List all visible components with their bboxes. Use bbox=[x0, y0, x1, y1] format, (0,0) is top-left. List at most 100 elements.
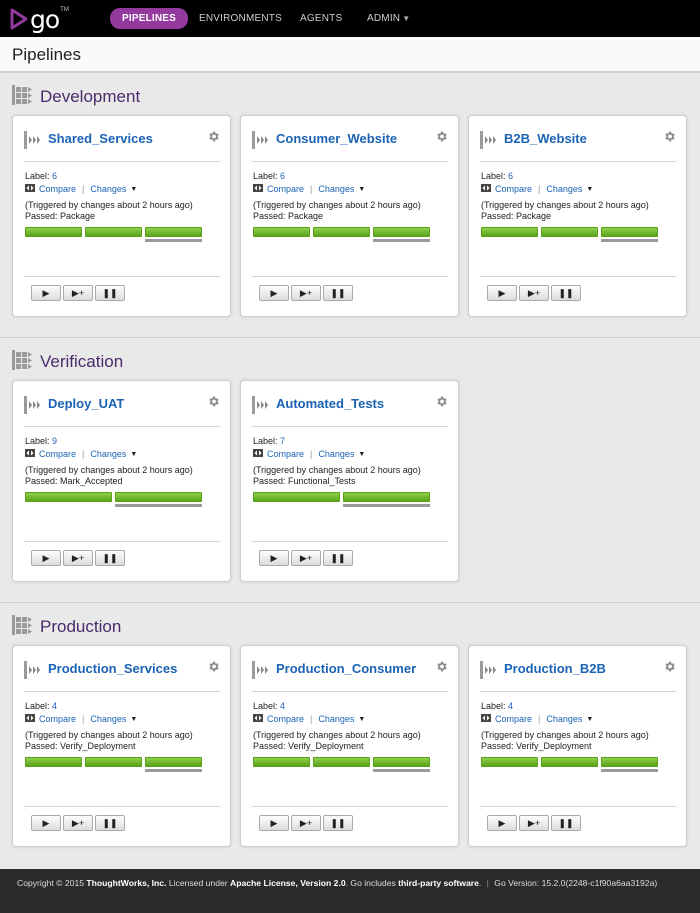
stage-passed[interactable] bbox=[253, 757, 310, 767]
pipeline-name-link[interactable]: Automated_Tests bbox=[276, 396, 384, 411]
stage-passed[interactable] bbox=[601, 757, 658, 767]
changes-link[interactable]: Changes bbox=[90, 714, 126, 725]
stage-passed[interactable] bbox=[313, 757, 370, 767]
trigger-with-options-button[interactable]: ▶+ bbox=[63, 815, 93, 831]
trigger-pipeline-button[interactable]: ▶ bbox=[31, 815, 61, 831]
pipeline-label-link[interactable]: 4 bbox=[508, 701, 513, 711]
changes-link[interactable]: Changes bbox=[546, 714, 582, 725]
gear-icon[interactable] bbox=[207, 395, 220, 413]
trigger-with-options-button[interactable]: ▶+ bbox=[63, 285, 93, 301]
changes-link[interactable]: Changes bbox=[90, 449, 126, 460]
chevron-down-icon[interactable]: ▼ bbox=[586, 184, 593, 195]
nav-environments[interactable]: ENVIRONMENTS bbox=[199, 8, 282, 29]
pause-pipeline-button[interactable]: ❚❚ bbox=[95, 815, 125, 831]
pause-pipeline-button[interactable]: ❚❚ bbox=[551, 285, 581, 301]
stage-passed[interactable] bbox=[373, 227, 430, 237]
trigger-pipeline-button[interactable]: ▶ bbox=[487, 815, 517, 831]
stage-passed[interactable] bbox=[343, 492, 430, 502]
pipeline-name-link[interactable]: Consumer_Website bbox=[276, 131, 397, 146]
pipeline-name-link[interactable]: Shared_Services bbox=[48, 131, 153, 146]
pipeline-label-link[interactable]: 6 bbox=[508, 171, 513, 181]
stage-passed[interactable] bbox=[145, 757, 202, 767]
compare-link[interactable]: Compare bbox=[267, 449, 304, 460]
trigger-pipeline-button[interactable]: ▶ bbox=[31, 285, 61, 301]
stage-passed[interactable] bbox=[145, 227, 202, 237]
pipeline-name-link[interactable]: Production_Consumer bbox=[276, 661, 416, 676]
pipeline-label-link[interactable]: 6 bbox=[280, 171, 285, 181]
gear-icon[interactable] bbox=[663, 660, 676, 678]
trigger-with-options-button[interactable]: ▶+ bbox=[291, 550, 321, 566]
gear-icon[interactable] bbox=[207, 660, 220, 678]
trigger-pipeline-button[interactable]: ▶ bbox=[487, 285, 517, 301]
trigger-pipeline-button[interactable]: ▶ bbox=[259, 815, 289, 831]
pause-pipeline-button[interactable]: ❚❚ bbox=[551, 815, 581, 831]
gear-icon[interactable] bbox=[435, 395, 448, 413]
stage-passed[interactable] bbox=[25, 227, 82, 237]
pipeline-name-link[interactable]: Production_Services bbox=[48, 661, 177, 676]
nav-admin[interactable]: ADMIN ▼ bbox=[367, 8, 410, 29]
pipeline-group-name[interactable]: Production bbox=[40, 617, 121, 637]
compare-link[interactable]: Compare bbox=[39, 184, 76, 195]
trigger-with-options-button[interactable]: ▶+ bbox=[291, 285, 321, 301]
chevron-down-icon[interactable]: ▼ bbox=[130, 714, 137, 725]
gear-icon[interactable] bbox=[663, 130, 676, 148]
stage-passed[interactable] bbox=[25, 757, 82, 767]
go-logo[interactable]: go TM bbox=[10, 5, 70, 33]
chevron-down-icon[interactable]: ▼ bbox=[130, 449, 137, 460]
gear-icon[interactable] bbox=[207, 130, 220, 148]
stage-passed[interactable] bbox=[253, 492, 340, 502]
stage-passed[interactable] bbox=[601, 227, 658, 237]
pipeline-label-link[interactable]: 4 bbox=[52, 701, 57, 711]
trigger-with-options-button[interactable]: ▶+ bbox=[519, 285, 549, 301]
pipeline-group-name[interactable]: Development bbox=[40, 87, 140, 107]
stage-passed[interactable] bbox=[25, 492, 112, 502]
pipeline-name-link[interactable]: Production_B2B bbox=[504, 661, 606, 676]
chevron-down-icon[interactable]: ▼ bbox=[358, 184, 365, 195]
changes-link[interactable]: Changes bbox=[318, 449, 354, 460]
pause-pipeline-button[interactable]: ❚❚ bbox=[323, 550, 353, 566]
stage-passed[interactable] bbox=[481, 227, 538, 237]
stage-passed[interactable] bbox=[85, 757, 142, 767]
chevron-down-icon[interactable]: ▼ bbox=[358, 449, 365, 460]
stage-passed[interactable] bbox=[541, 757, 598, 767]
compare-link[interactable]: Compare bbox=[39, 714, 76, 725]
pipeline-label-link[interactable]: 4 bbox=[280, 701, 285, 711]
trigger-pipeline-button[interactable]: ▶ bbox=[259, 285, 289, 301]
stage-passed[interactable] bbox=[253, 227, 310, 237]
trigger-with-options-button[interactable]: ▶+ bbox=[291, 815, 321, 831]
compare-link[interactable]: Compare bbox=[39, 449, 76, 460]
compare-link[interactable]: Compare bbox=[495, 714, 532, 725]
pause-pipeline-button[interactable]: ❚❚ bbox=[323, 285, 353, 301]
pipeline-label-link[interactable]: 9 bbox=[52, 436, 57, 446]
stage-passed[interactable] bbox=[541, 227, 598, 237]
compare-link[interactable]: Compare bbox=[495, 184, 532, 195]
stage-passed[interactable] bbox=[373, 757, 430, 767]
gear-icon[interactable] bbox=[435, 130, 448, 148]
stage-passed[interactable] bbox=[85, 227, 142, 237]
pipeline-name-link[interactable]: B2B_Website bbox=[504, 131, 587, 146]
compare-link[interactable]: Compare bbox=[267, 184, 304, 195]
gear-icon[interactable] bbox=[435, 660, 448, 678]
pause-pipeline-button[interactable]: ❚❚ bbox=[95, 550, 125, 566]
changes-link[interactable]: Changes bbox=[546, 184, 582, 195]
trigger-with-options-button[interactable]: ▶+ bbox=[519, 815, 549, 831]
pause-pipeline-button[interactable]: ❚❚ bbox=[95, 285, 125, 301]
changes-link[interactable]: Changes bbox=[90, 184, 126, 195]
chevron-down-icon[interactable]: ▼ bbox=[586, 714, 593, 725]
trigger-with-options-button[interactable]: ▶+ bbox=[63, 550, 93, 566]
changes-link[interactable]: Changes bbox=[318, 184, 354, 195]
nav-agents[interactable]: AGENTS bbox=[300, 8, 342, 29]
stage-passed[interactable] bbox=[481, 757, 538, 767]
trigger-pipeline-button[interactable]: ▶ bbox=[259, 550, 289, 566]
chevron-down-icon[interactable]: ▼ bbox=[358, 714, 365, 725]
stage-passed[interactable] bbox=[115, 492, 202, 502]
footer-license-link[interactable]: Apache License, Version 2.0 bbox=[230, 878, 346, 888]
trigger-pipeline-button[interactable]: ▶ bbox=[31, 550, 61, 566]
compare-link[interactable]: Compare bbox=[267, 714, 304, 725]
pipeline-name-link[interactable]: Deploy_UAT bbox=[48, 396, 124, 411]
chevron-down-icon[interactable]: ▼ bbox=[130, 184, 137, 195]
changes-link[interactable]: Changes bbox=[318, 714, 354, 725]
stage-passed[interactable] bbox=[313, 227, 370, 237]
nav-pipelines[interactable]: PIPELINES bbox=[110, 8, 189, 29]
pipeline-group-name[interactable]: Verification bbox=[40, 352, 123, 372]
